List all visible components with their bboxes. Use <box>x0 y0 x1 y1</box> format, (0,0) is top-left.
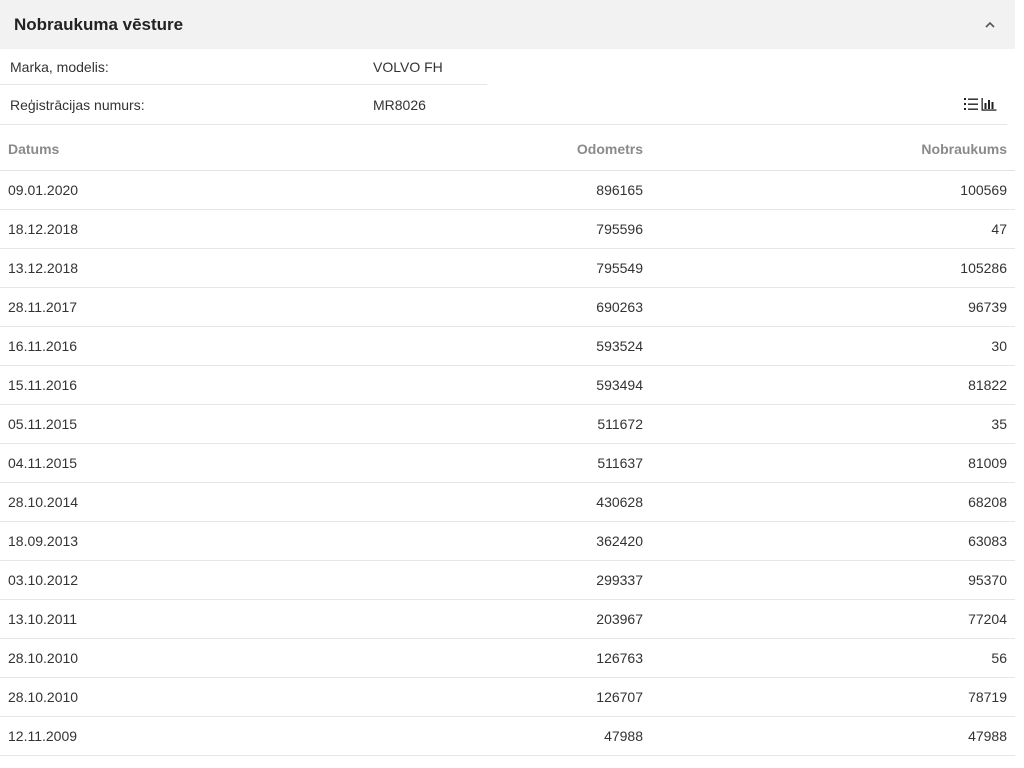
cell-mileage: 81822 <box>651 365 1015 405</box>
cell-date: 16.11.2016 <box>0 326 280 366</box>
cell-odometer: 203967 <box>280 599 651 639</box>
table-row: 04.11.2015 511637 81009 <box>0 443 1015 483</box>
cell-odometer: 126763 <box>280 638 651 678</box>
cell-odometer: 430628 <box>280 482 651 522</box>
cell-mileage: 68208 <box>651 482 1015 522</box>
header-mileage[interactable]: Nobraukums <box>651 128 1015 171</box>
cell-mileage: 47 <box>651 209 1015 249</box>
cell-odometer: 690263 <box>280 287 651 327</box>
cell-odometer: 511672 <box>280 404 651 444</box>
cell-date: 28.11.2017 <box>0 287 280 327</box>
cell-odometer: 593494 <box>280 365 651 405</box>
make-model-row: Marka, modelis: VOLVO FH <box>0 49 487 85</box>
make-model-label: Marka, modelis: <box>10 58 109 75</box>
cell-odometer: 362420 <box>280 521 651 561</box>
cell-odometer: 511637 <box>280 443 651 483</box>
vehicle-info: Marka, modelis: VOLVO FH Reģistrācijas n… <box>0 49 1015 125</box>
mileage-history-panel: Nobraukuma vēsture Marka, modelis: VOLVO… <box>0 0 1024 768</box>
list-icon[interactable] <box>963 97 979 111</box>
cell-odometer: 593524 <box>280 326 651 366</box>
cell-date: 09.01.2020 <box>0 170 280 210</box>
cell-mileage: 96739 <box>651 287 1015 327</box>
table-row: 16.11.2016 593524 30 <box>0 326 1015 366</box>
cell-odometer: 795549 <box>280 248 651 288</box>
make-model-value: VOLVO FH <box>373 58 443 75</box>
table-row: 13.12.2018 795549 105286 <box>0 248 1015 288</box>
cell-date: 28.10.2010 <box>0 677 280 717</box>
cell-mileage: 81009 <box>651 443 1015 483</box>
table-row: 12.11.2009 47988 47988 <box>0 716 1015 756</box>
table-row: 28.10.2010 126763 56 <box>0 638 1015 678</box>
cell-mileage: 47988 <box>651 716 1015 756</box>
cell-date: 13.10.2011 <box>0 599 280 639</box>
chevron-up-icon[interactable] <box>981 16 999 34</box>
cell-odometer: 299337 <box>280 560 651 600</box>
registration-row: Reģistrācijas numurs: MR8026 <box>0 85 1007 125</box>
header-date[interactable]: Datums <box>0 128 280 171</box>
panel-title: Nobraukuma vēsture <box>14 14 184 34</box>
cell-date: 05.11.2015 <box>0 404 280 444</box>
table-row: 28.10.2014 430628 68208 <box>0 482 1015 522</box>
table-row: 03.10.2012 299337 95370 <box>0 560 1015 600</box>
cell-mileage: 78719 <box>651 677 1015 717</box>
cell-mileage: 30 <box>651 326 1015 366</box>
cell-mileage: 77204 <box>651 599 1015 639</box>
table-row: 28.10.2010 126707 78719 <box>0 677 1015 717</box>
registration-label: Reģistrācijas numurs: <box>10 96 145 113</box>
cell-date: 15.11.2016 <box>0 365 280 405</box>
table-header-row: Datums Odometrs Nobraukums <box>0 128 1015 171</box>
table-row: 05.11.2015 511672 35 <box>0 404 1015 444</box>
cell-date: 28.10.2010 <box>0 638 280 678</box>
table-row: 28.11.2017 690263 96739 <box>0 287 1015 327</box>
table-row: 18.09.2013 362420 63083 <box>0 521 1015 561</box>
table-row: 13.10.2011 203967 77204 <box>0 599 1015 639</box>
cell-date: 28.10.2014 <box>0 482 280 522</box>
cell-mileage: 63083 <box>651 521 1015 561</box>
cell-odometer: 47988 <box>280 716 651 756</box>
panel-header[interactable]: Nobraukuma vēsture <box>0 0 1015 49</box>
cell-date: 18.12.2018 <box>0 209 280 249</box>
table-row: 18.12.2018 795596 47 <box>0 209 1015 249</box>
cell-date: 18.09.2013 <box>0 521 280 561</box>
cell-odometer: 795596 <box>280 209 651 249</box>
cell-odometer: 896165 <box>280 170 651 210</box>
cell-mileage: 35 <box>651 404 1015 444</box>
table-row: 09.01.2020 896165 100569 <box>0 170 1015 210</box>
cell-mileage: 56 <box>651 638 1015 678</box>
cell-date: 13.12.2018 <box>0 248 280 288</box>
cell-mileage: 105286 <box>651 248 1015 288</box>
cell-date: 04.11.2015 <box>0 443 280 483</box>
header-odometer[interactable]: Odometrs <box>280 128 651 171</box>
bar-chart-icon[interactable] <box>981 97 997 111</box>
mileage-table: Datums Odometrs Nobraukums 09.01.2020 896… <box>0 128 1015 756</box>
registration-value: MR8026 <box>373 96 426 113</box>
cell-mileage: 100569 <box>651 170 1015 210</box>
cell-date: 03.10.2012 <box>0 560 280 600</box>
view-toggles <box>963 97 997 111</box>
cell-date: 12.11.2009 <box>0 716 280 756</box>
table-row: 15.11.2016 593494 81822 <box>0 365 1015 405</box>
cell-mileage: 95370 <box>651 560 1015 600</box>
cell-odometer: 126707 <box>280 677 651 717</box>
